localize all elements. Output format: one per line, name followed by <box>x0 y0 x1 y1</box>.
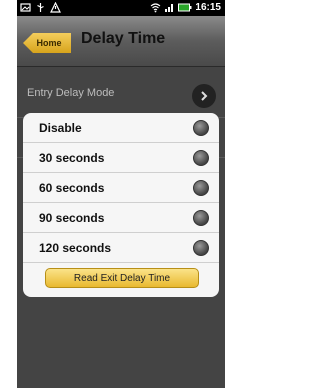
option-label: 60 seconds <box>39 181 105 195</box>
chevron-right-icon[interactable] <box>192 84 216 108</box>
page-title: Delay Time <box>81 30 166 47</box>
radio-button[interactable] <box>193 180 209 196</box>
radio-button[interactable] <box>193 120 209 136</box>
option-120-seconds[interactable]: 120 seconds <box>23 233 219 263</box>
title-bar: Home Delay Time <box>17 16 225 67</box>
entry-delay-mode-row[interactable]: Entry Delay Mode <box>17 75 225 108</box>
option-60-seconds[interactable]: 60 seconds <box>23 173 219 203</box>
status-bar: 16:15 <box>17 0 225 16</box>
radio-button[interactable] <box>193 150 209 166</box>
radio-button[interactable] <box>193 240 209 256</box>
home-button[interactable]: Home <box>23 33 71 53</box>
radio-button[interactable] <box>193 210 209 226</box>
option-label: 90 seconds <box>39 211 105 225</box>
read-exit-delay-button[interactable]: Read Exit Delay Time <box>45 268 199 288</box>
option-disable[interactable]: Disable <box>23 113 219 143</box>
option-label: 30 seconds <box>39 151 105 165</box>
status-time: 16:15 <box>195 2 221 13</box>
delay-options-dialog: Disable 30 seconds 60 seconds 90 seconds… <box>23 113 219 297</box>
usb-icon <box>37 3 44 12</box>
option-label: 120 seconds <box>39 241 112 255</box>
phone-screen: 16:15 Home Delay Time Entry Delay Mode D… <box>17 0 225 388</box>
warning-icon <box>50 2 61 13</box>
settings-list: Entry Delay Mode Disable 30 seconds 60 s… <box>17 67 225 388</box>
wifi-icon <box>151 3 161 13</box>
battery-icon <box>178 3 192 12</box>
option-label: Disable <box>39 121 82 135</box>
signal-icon <box>165 4 174 12</box>
option-90-seconds[interactable]: 90 seconds <box>23 203 219 233</box>
entry-delay-mode-label: Entry Delay Mode <box>27 87 115 99</box>
gallery-icon <box>20 3 31 12</box>
option-30-seconds[interactable]: 30 seconds <box>23 143 219 173</box>
